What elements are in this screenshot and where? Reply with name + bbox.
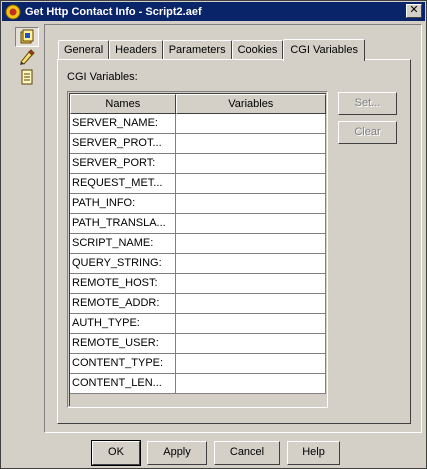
set-button[interactable]: Set... xyxy=(338,92,397,115)
table-row[interactable]: CONTENT_LEN... xyxy=(70,374,326,394)
cgi-name-cell: REMOTE_HOST: xyxy=(70,274,176,294)
table-row[interactable]: QUERY_STRING: xyxy=(70,254,326,274)
table-row[interactable]: SCRIPT_NAME: xyxy=(70,234,326,254)
cgi-name-cell: REQUEST_MET... xyxy=(70,174,176,194)
notepad-icon xyxy=(21,69,33,85)
close-button[interactable]: ✕ xyxy=(406,4,422,18)
cgi-variables-table[interactable]: Names Variables SERVER_NAME: SERVER_PROT.… xyxy=(67,91,328,408)
tab-general[interactable]: General xyxy=(58,40,110,60)
table-row[interactable]: REMOTE_HOST: xyxy=(70,274,326,294)
table-row[interactable]: SERVER_PROT... xyxy=(70,134,326,154)
cgi-variable-cell[interactable] xyxy=(175,374,326,394)
document-icon[interactable] xyxy=(15,67,39,87)
dialog-window: Get Http Contact Info - Script2.aef ✕ Ge… xyxy=(0,0,427,469)
help-button[interactable]: Help xyxy=(287,441,340,465)
app-icon xyxy=(5,4,21,19)
cgi-name-cell: QUERY_STRING: xyxy=(70,254,176,274)
cgi-variable-cell[interactable] xyxy=(175,134,326,154)
table-row[interactable]: REQUEST_MET... xyxy=(70,174,326,194)
cgi-name-cell: SCRIPT_NAME: xyxy=(70,234,176,254)
step-icon[interactable] xyxy=(15,27,39,47)
pencil-tag-icon xyxy=(20,49,35,65)
cgi-name-cell: PATH_INFO: xyxy=(70,194,176,214)
cgi-variable-cell[interactable] xyxy=(175,234,326,254)
cgi-variable-cell[interactable] xyxy=(175,254,326,274)
cgi-name-cell: PATH_TRANSLA... xyxy=(70,214,176,234)
cgi-variable-cell[interactable] xyxy=(175,174,326,194)
cgi-variable-cell[interactable] xyxy=(175,114,326,134)
cgi-name-cell: CONTENT_TYPE: xyxy=(70,354,176,374)
step-glyph-icon xyxy=(20,29,34,44)
table-header: Names Variables xyxy=(70,94,326,114)
cgi-variable-cell[interactable] xyxy=(175,154,326,174)
cgi-variable-cell[interactable] xyxy=(175,314,326,334)
cgi-name-cell: SERVER_PORT: xyxy=(70,154,176,174)
cancel-button[interactable]: Cancel xyxy=(214,441,280,465)
cgi-variable-cell[interactable] xyxy=(175,214,326,234)
cgi-variables-label: CGI Variables: xyxy=(67,71,138,83)
table-row[interactable]: AUTH_TYPE: xyxy=(70,314,326,334)
ok-button[interactable]: OK xyxy=(91,440,141,466)
cgi-name-cell: REMOTE_ADDR: xyxy=(70,294,176,314)
table-row[interactable]: CONTENT_TYPE: xyxy=(70,354,326,374)
cgi-variable-cell[interactable] xyxy=(175,334,326,354)
column-header-variables[interactable]: Variables xyxy=(175,94,326,114)
cgi-name-cell: AUTH_TYPE: xyxy=(70,314,176,334)
table-row[interactable]: SERVER_PORT: xyxy=(70,154,326,174)
cgi-name-cell: SERVER_PROT... xyxy=(70,134,176,154)
cgi-variable-cell[interactable] xyxy=(175,354,326,374)
table-row[interactable]: PATH_INFO: xyxy=(70,194,326,214)
table-row[interactable]: REMOTE_USER: xyxy=(70,334,326,354)
cgi-variable-cell[interactable] xyxy=(175,274,326,294)
tab-strip: General Headers Parameters Cookies CGI V… xyxy=(58,38,365,61)
apply-button[interactable]: Apply xyxy=(147,441,207,465)
table-body: SERVER_NAME: SERVER_PROT... SERVER_PORT: RE… xyxy=(70,114,326,394)
cgi-name-cell: REMOTE_USER: xyxy=(70,334,176,354)
tab-headers[interactable]: Headers xyxy=(109,40,163,60)
table-row[interactable]: SERVER_NAME: xyxy=(70,114,326,134)
column-header-names[interactable]: Names xyxy=(70,94,176,114)
cgi-variable-cell[interactable] xyxy=(175,194,326,214)
title-bar[interactable]: Get Http Contact Info - Script2.aef ✕ xyxy=(2,2,425,21)
tag-edit-icon[interactable] xyxy=(15,47,39,67)
tab-cgi-variables[interactable]: CGI Variables xyxy=(283,39,365,61)
window-title: Get Http Contact Info - Script2.aef xyxy=(25,5,202,18)
table-row[interactable]: PATH_TRANSLA... xyxy=(70,214,326,234)
table-row[interactable]: REMOTE_ADDR: xyxy=(70,294,326,314)
cgi-name-cell: SERVER_NAME: xyxy=(70,114,176,134)
clear-button[interactable]: Clear xyxy=(338,121,397,144)
cgi-name-cell: CONTENT_LEN... xyxy=(70,374,176,394)
tab-parameters[interactable]: Parameters xyxy=(162,40,232,60)
cgi-variable-cell[interactable] xyxy=(175,294,326,314)
tab-cookies[interactable]: Cookies xyxy=(231,40,284,60)
